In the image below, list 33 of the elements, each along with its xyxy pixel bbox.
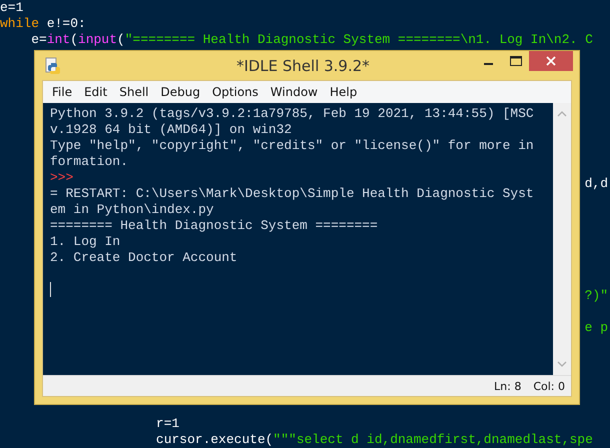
menu-item[interactable]: Shell <box>113 85 155 99</box>
code-line: e=int(input("======== Health Diagnostic System ========\n1. Log In\n2. C <box>30 32 593 48</box>
shell-output-line: = RESTART: C:\Users\Mark\Desktop\Simple Health Diagnostic Syst <box>50 186 535 202</box>
shell-output-line: 1. Log In <box>50 234 122 250</box>
menu-item[interactable]: Debug <box>154 85 206 99</box>
code-line: e=1 <box>0 0 24 16</box>
menu-item[interactable]: File <box>46 85 78 99</box>
close-button[interactable] <box>529 51 573 71</box>
close-icon[interactable] <box>546 56 556 66</box>
shell-output-line: v.1928 64 bit (AMD64)] on win32 <box>50 122 293 138</box>
menu-item[interactable]: Help <box>324 85 364 99</box>
shell-output-line: Python 3.9.2 (tags/v3.9.2:1a79785, Feb 19 2021, 13:44:55) [MSC <box>50 106 535 122</box>
column-status: Col: 0 <box>533 380 565 392</box>
code-line: ?)" <box>584 288 609 304</box>
code-line: d,d <box>584 176 609 192</box>
maximize-icon[interactable] <box>510 56 522 66</box>
code-line: e p <box>584 320 609 336</box>
shell-output-line: Type "help", "copyright", "credits" or "license()" for more in <box>50 138 535 154</box>
shell-output-line: 2. Create Doctor Account <box>50 250 238 266</box>
code-line: cursor.execute("""select d id,dnamedfirst,dnamedlast,spe <box>155 432 593 448</box>
window-title: *IDLE Shell 3.9.2* <box>235 56 371 74</box>
code-line: while e!=0: <box>0 16 86 32</box>
line-number-status: Ln: 8 <box>494 380 522 392</box>
shell-output-line: em in Python\index.py <box>50 202 215 218</box>
text-cursor <box>50 282 51 297</box>
menu-item[interactable]: Window <box>264 85 324 99</box>
menu-item[interactable]: Edit <box>78 85 114 99</box>
shell-output-line: ======== Health Diagnostic System ======== <box>50 218 379 234</box>
shell-prompt: >>> <box>50 170 74 186</box>
python-icon <box>45 56 61 74</box>
shell-output-line: formation. <box>50 154 130 170</box>
code-line: r=1 <box>155 416 180 432</box>
menu-item[interactable]: Options <box>206 85 264 99</box>
